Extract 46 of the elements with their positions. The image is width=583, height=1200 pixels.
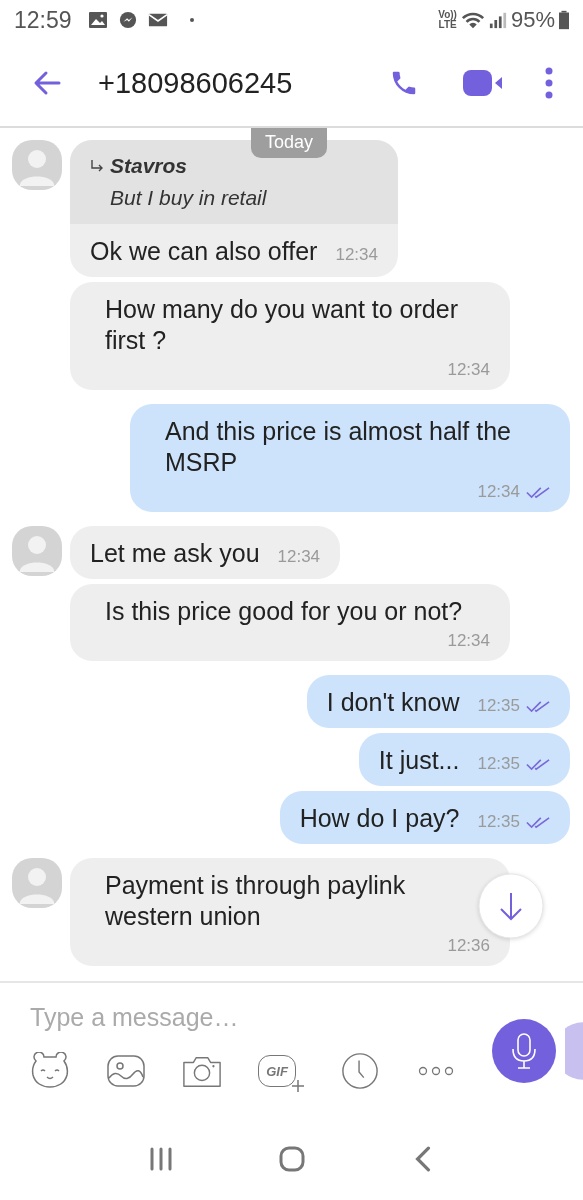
wifi-icon [460, 10, 485, 30]
message-text: How do I pay? [299, 803, 460, 834]
gif-button[interactable]: GIF [258, 1055, 296, 1087]
message-input[interactable]: Type a message… [30, 1001, 330, 1034]
home-icon[interactable] [278, 1146, 305, 1172]
message-time: 12:35 [477, 812, 520, 832]
date-badge: Today [251, 128, 328, 158]
battery-level: 95% [510, 7, 555, 33]
message-text: I don't know [326, 687, 460, 718]
message-time: 12:34 [477, 482, 520, 502]
quote-author: Stavros [110, 154, 188, 178]
message-time: 12:34 [277, 547, 321, 567]
contact-number: +18098606245 [98, 66, 294, 100]
quote-text: But I buy in retail [110, 186, 268, 210]
message-time: 12:36 [447, 936, 490, 956]
battery-icon [559, 10, 569, 30]
signal-icon [488, 10, 507, 30]
message-time: 12:35 [477, 696, 520, 716]
more-options-icon[interactable] [545, 67, 553, 99]
dot-icon [189, 18, 194, 22]
message-time: 12:35 [477, 754, 520, 774]
scroll-down-button[interactable] [478, 873, 544, 939]
more-icon[interactable] [416, 1065, 456, 1077]
chat-bubble-icon [117, 11, 138, 29]
video-camera-icon[interactable] [463, 70, 503, 96]
sticker-icon[interactable] [30, 1052, 70, 1090]
message-text: Ok we can also offer [90, 236, 318, 267]
message-text: And this price is almost half the MSRP [165, 416, 512, 478]
reply-arrow-icon [90, 159, 104, 173]
message-time: 12:34 [335, 245, 378, 265]
network-label: LTE [438, 20, 457, 30]
image-icon[interactable] [106, 1052, 146, 1090]
message-text: It just... [378, 745, 460, 776]
message-text: Is this price good for you or not? [105, 596, 464, 627]
gallery-icon [87, 11, 108, 29]
plus-icon [292, 1080, 304, 1092]
message-text: Let me ask you [90, 538, 260, 569]
clock-time: 12:59 [14, 6, 72, 34]
message-text: How many do you want to order first ? [105, 294, 459, 356]
microphone-button[interactable] [492, 1019, 556, 1083]
message-time: 12:34 [447, 360, 490, 380]
clock-icon[interactable] [340, 1052, 380, 1090]
message-time: 12:34 [447, 631, 490, 651]
message-text: Payment is through paylink western union [105, 870, 407, 932]
mail-icon [147, 11, 168, 29]
network-label: Vo)) [438, 10, 457, 20]
